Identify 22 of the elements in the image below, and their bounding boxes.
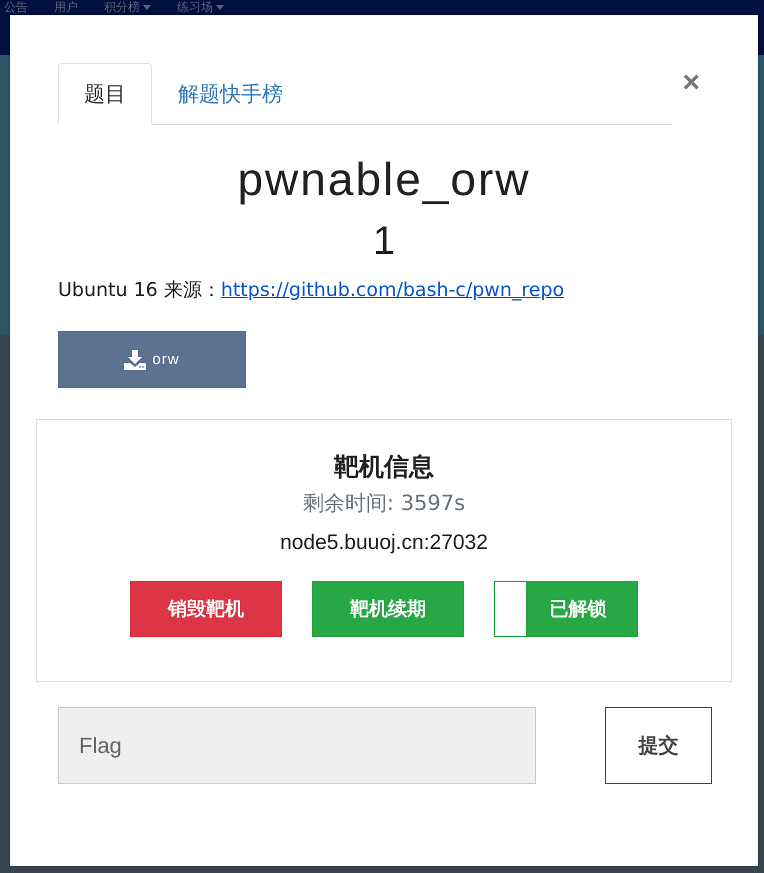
submit-button[interactable]: 提交 <box>605 707 712 784</box>
source-link[interactable]: https://github.com/bash-c/pwn_repo <box>220 279 564 301</box>
tab[interactable]: 解题快手榜 <box>152 63 309 125</box>
flag-input-field[interactable]: Flag <box>58 707 536 784</box>
nav-item[interactable]: 公告 <box>4 0 28 15</box>
action-button[interactable]: 靶机续期 <box>312 581 464 637</box>
nav-item[interactable]: 练习场 <box>177 0 224 15</box>
nav-item[interactable]: 积分榜 <box>104 0 151 15</box>
close-button[interactable]: × <box>672 63 710 103</box>
tab[interactable]: 题目 <box>58 63 152 125</box>
challenge-score: 1 <box>372 218 396 265</box>
action-button[interactable]: 销毁靶机 <box>130 581 282 637</box>
target-address: node5.buuoj.cn:27032 <box>279 531 489 555</box>
challenge-title: pwnable_orw <box>236 152 532 207</box>
time-value: 3597s <box>400 491 466 515</box>
download-button[interactable]: orw <box>58 331 246 388</box>
download-icon <box>124 350 146 370</box>
action-button[interactable]: 已解锁 <box>494 581 638 637</box>
nav-item[interactable]: 用户 <box>54 0 78 15</box>
source-label: Ubuntu 16 来源： <box>58 279 221 301</box>
target-heading: 靶机信息 <box>332 451 435 483</box>
time-label: 剩余时间: <box>302 491 394 515</box>
